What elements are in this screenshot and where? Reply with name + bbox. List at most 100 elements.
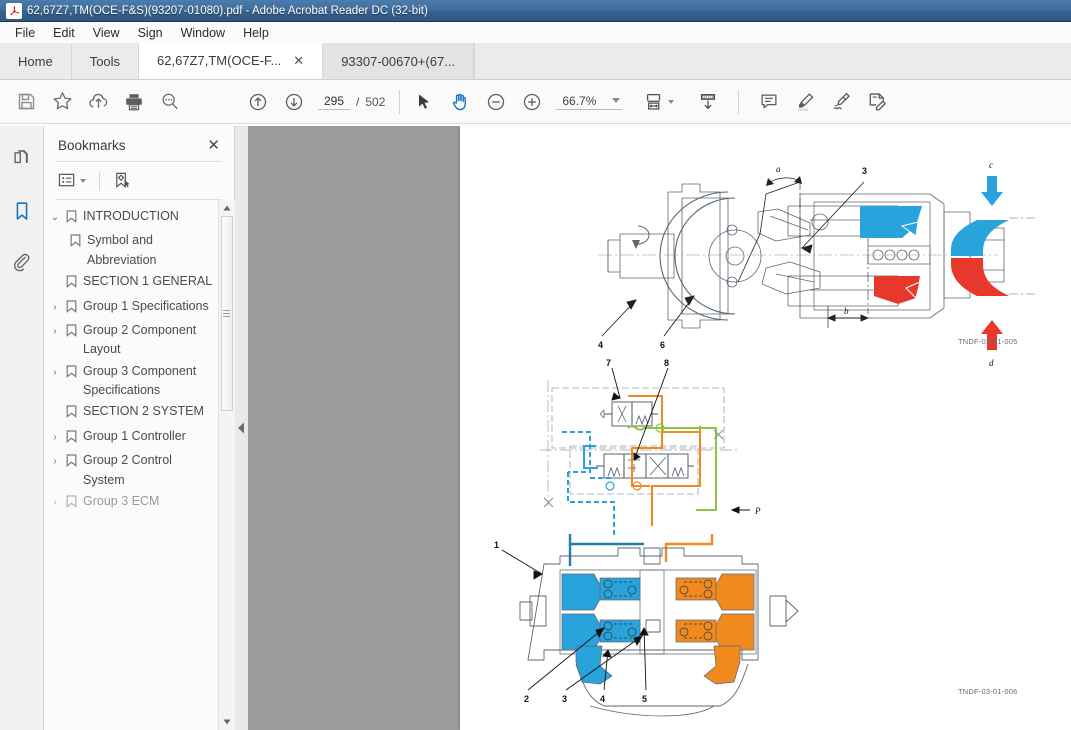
new-bookmark-icon[interactable] [111, 169, 134, 192]
bookmarks-icon[interactable] [7, 196, 37, 226]
svg-text:6: 6 [660, 340, 665, 350]
menu-window[interactable]: Window [172, 24, 234, 42]
page-canvas[interactable]: 3 4 6 a b c d TNDF-03-01-005 P 7 8 1 2 3… [248, 126, 1071, 730]
app-body: Bookmarks ✕ ⌄ INTRODUCTION Symbol and Ab… [0, 126, 1071, 730]
acrobat-app-icon [6, 2, 22, 19]
toolbar-divider-2 [738, 89, 740, 114]
next-page-icon[interactable] [276, 84, 312, 120]
bookmark-flag-icon [66, 207, 79, 229]
page-number-input[interactable] [318, 93, 350, 110]
bookmark-item[interactable]: › Group 1 Specifications [44, 296, 218, 320]
menu-file[interactable]: File [6, 24, 44, 42]
svg-text:7: 7 [606, 358, 611, 368]
collapse-pane-button[interactable] [235, 126, 248, 730]
bookmark-label: Group 3 Component Specifications [83, 363, 197, 397]
zoom-in-icon[interactable] [514, 84, 550, 120]
svg-text:a: a [776, 164, 781, 174]
bookmark-label: Group 2 Control System [83, 453, 172, 487]
bookmarks-tree[interactable]: ⌄ INTRODUCTION Symbol and Abbreviation S… [44, 200, 218, 730]
previous-page-icon[interactable] [240, 84, 276, 120]
twisty-collapsed-icon[interactable]: › [48, 297, 62, 316]
menu-edit[interactable]: Edit [44, 24, 84, 42]
tab-tools[interactable]: Tools [71, 43, 140, 79]
bookmark-item[interactable]: › Group 3 ECM [44, 491, 218, 515]
fit-page-icon[interactable] [636, 84, 672, 120]
scroll-down-button[interactable] [218, 714, 235, 730]
bookmark-label: Group 3 ECM [83, 493, 160, 508]
zoom-out-icon[interactable] [478, 84, 514, 120]
scroll-up-button[interactable] [218, 200, 235, 216]
twisty-collapsed-icon[interactable]: › [48, 451, 62, 470]
tab-home[interactable]: Home [0, 43, 72, 79]
bookmark-label: SECTION 1 GENERAL [83, 274, 213, 289]
hand-tool-icon[interactable] [442, 84, 478, 120]
page-total: 502 [365, 94, 386, 109]
twisty-collapsed-icon[interactable]: › [48, 427, 62, 446]
title-bar: 62,67Z7,TM(OCE-F&S)(93207-01080).pdf - A… [0, 0, 1071, 22]
tab-document-active[interactable]: 62,67Z7,TM(OCE-F... ✕ [139, 43, 324, 79]
search-icon[interactable] [152, 84, 188, 120]
bookmark-item[interactable]: › Group 2 Control System [44, 450, 218, 491]
svg-text:b: b [844, 306, 849, 316]
tab-close-icon[interactable]: ✕ [293, 54, 304, 67]
menu-view[interactable]: View [84, 24, 129, 42]
cloud-upload-icon[interactable] [80, 84, 116, 120]
close-icon[interactable]: ✕ [207, 138, 220, 153]
bookmark-flag-icon [66, 492, 79, 514]
bookmark-flag-icon [70, 231, 83, 253]
bookmark-item[interactable]: SECTION 2 SYSTEM [44, 401, 218, 425]
zoom-level-value: 66.7% [562, 93, 597, 108]
page-thumbnails-icon[interactable] [7, 144, 37, 174]
list-options-icon[interactable] [56, 170, 88, 191]
main-toolbar: / 502 66.7% [0, 80, 1071, 124]
twisty-expanded-icon[interactable]: ⌄ [48, 207, 62, 226]
twisty-collapsed-icon[interactable]: › [48, 362, 62, 381]
figure-code-1: TNDF-03-01-005 [958, 337, 1018, 346]
bookmark-item[interactable]: SECTION 1 GENERAL [44, 271, 218, 295]
chevron-down-icon[interactable] [80, 178, 86, 183]
bookmark-flag-icon [66, 451, 79, 473]
bookmark-label: Group 1 Controller [83, 428, 186, 443]
scrollbar-track[interactable] [218, 216, 235, 714]
svg-text:P: P [754, 506, 761, 516]
bookmark-item[interactable]: Symbol and Abbreviation [44, 230, 218, 271]
save-icon[interactable] [8, 84, 44, 120]
chevron-down-icon[interactable] [612, 98, 621, 103]
twisty-collapsed-icon[interactable]: › [48, 321, 62, 340]
fit-page-chevron-icon[interactable] [668, 99, 675, 104]
bookmark-item[interactable]: › Group 2 Component Layout [44, 320, 218, 361]
bookmark-label: Group 1 Specifications [83, 298, 209, 313]
select-tool-icon[interactable] [406, 84, 442, 120]
acrobat-reader-window: 62,67Z7,TM(OCE-F&S)(93207-01080).pdf - A… [0, 0, 1071, 730]
tab-document-second[interactable]: 93307-00670+(67... [323, 43, 475, 79]
comment-icon[interactable] [751, 84, 787, 120]
twisty-collapsed-icon[interactable]: › [48, 492, 62, 511]
navigation-pane-rail [0, 126, 44, 730]
sign-icon[interactable] [823, 84, 859, 120]
menu-help[interactable]: Help [234, 24, 278, 42]
twisty-none [48, 272, 62, 275]
scroll-mode-icon[interactable] [690, 84, 726, 120]
fill-and-sign-icon[interactable] [859, 84, 895, 120]
bookmarks-header: Bookmarks ✕ [44, 126, 234, 161]
svg-text:2: 2 [524, 694, 529, 704]
bookmarks-toolbar-divider [99, 171, 100, 190]
svg-text:8: 8 [664, 358, 669, 368]
bookmark-item[interactable]: › Group 1 Controller [44, 426, 218, 450]
bookmark-flag-icon [66, 427, 79, 449]
pdf-page[interactable]: 3 4 6 a b c d TNDF-03-01-005 P 7 8 1 2 3… [460, 126, 1071, 730]
zoom-level-control[interactable]: 66.7% [556, 93, 623, 110]
bookmark-flag-icon [66, 402, 79, 424]
svg-text:c: c [989, 160, 993, 170]
highlight-icon[interactable] [787, 84, 823, 120]
attachments-icon[interactable] [7, 248, 37, 278]
bookmark-item[interactable]: ⌄ INTRODUCTION [44, 206, 218, 230]
menu-sign[interactable]: Sign [129, 24, 172, 42]
bookmarks-panel: Bookmarks ✕ ⌄ INTRODUCTION Symbol and Ab… [44, 126, 235, 730]
bookmarks-scrollbar[interactable] [218, 200, 235, 730]
star-icon[interactable] [44, 84, 80, 120]
print-icon[interactable] [116, 84, 152, 120]
document-viewer: 3 4 6 a b c d TNDF-03-01-005 P 7 8 1 2 3… [235, 126, 1071, 730]
scrollbar-thumb[interactable] [220, 216, 233, 411]
bookmark-item[interactable]: › Group 3 Component Specifications [44, 361, 218, 402]
